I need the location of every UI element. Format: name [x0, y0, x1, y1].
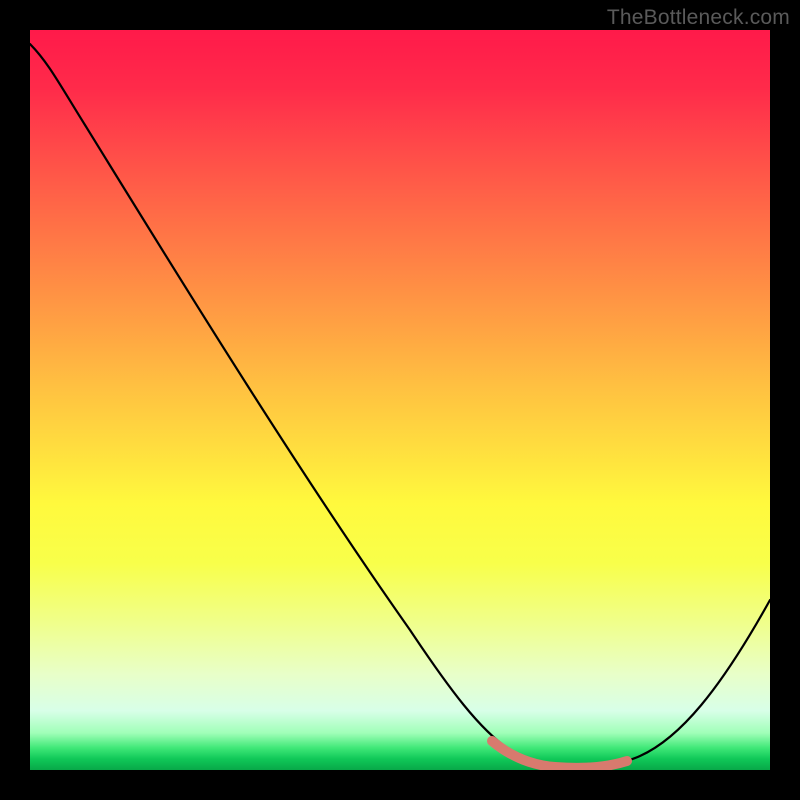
- watermark-text: TheBottleneck.com: [607, 6, 790, 30]
- plot-area: [30, 30, 770, 770]
- curve-svg: [30, 30, 770, 770]
- chart-container: TheBottleneck.com: [0, 0, 800, 800]
- optimal-range-highlight-path: [492, 741, 627, 768]
- bottleneck-curve-path: [30, 44, 770, 767]
